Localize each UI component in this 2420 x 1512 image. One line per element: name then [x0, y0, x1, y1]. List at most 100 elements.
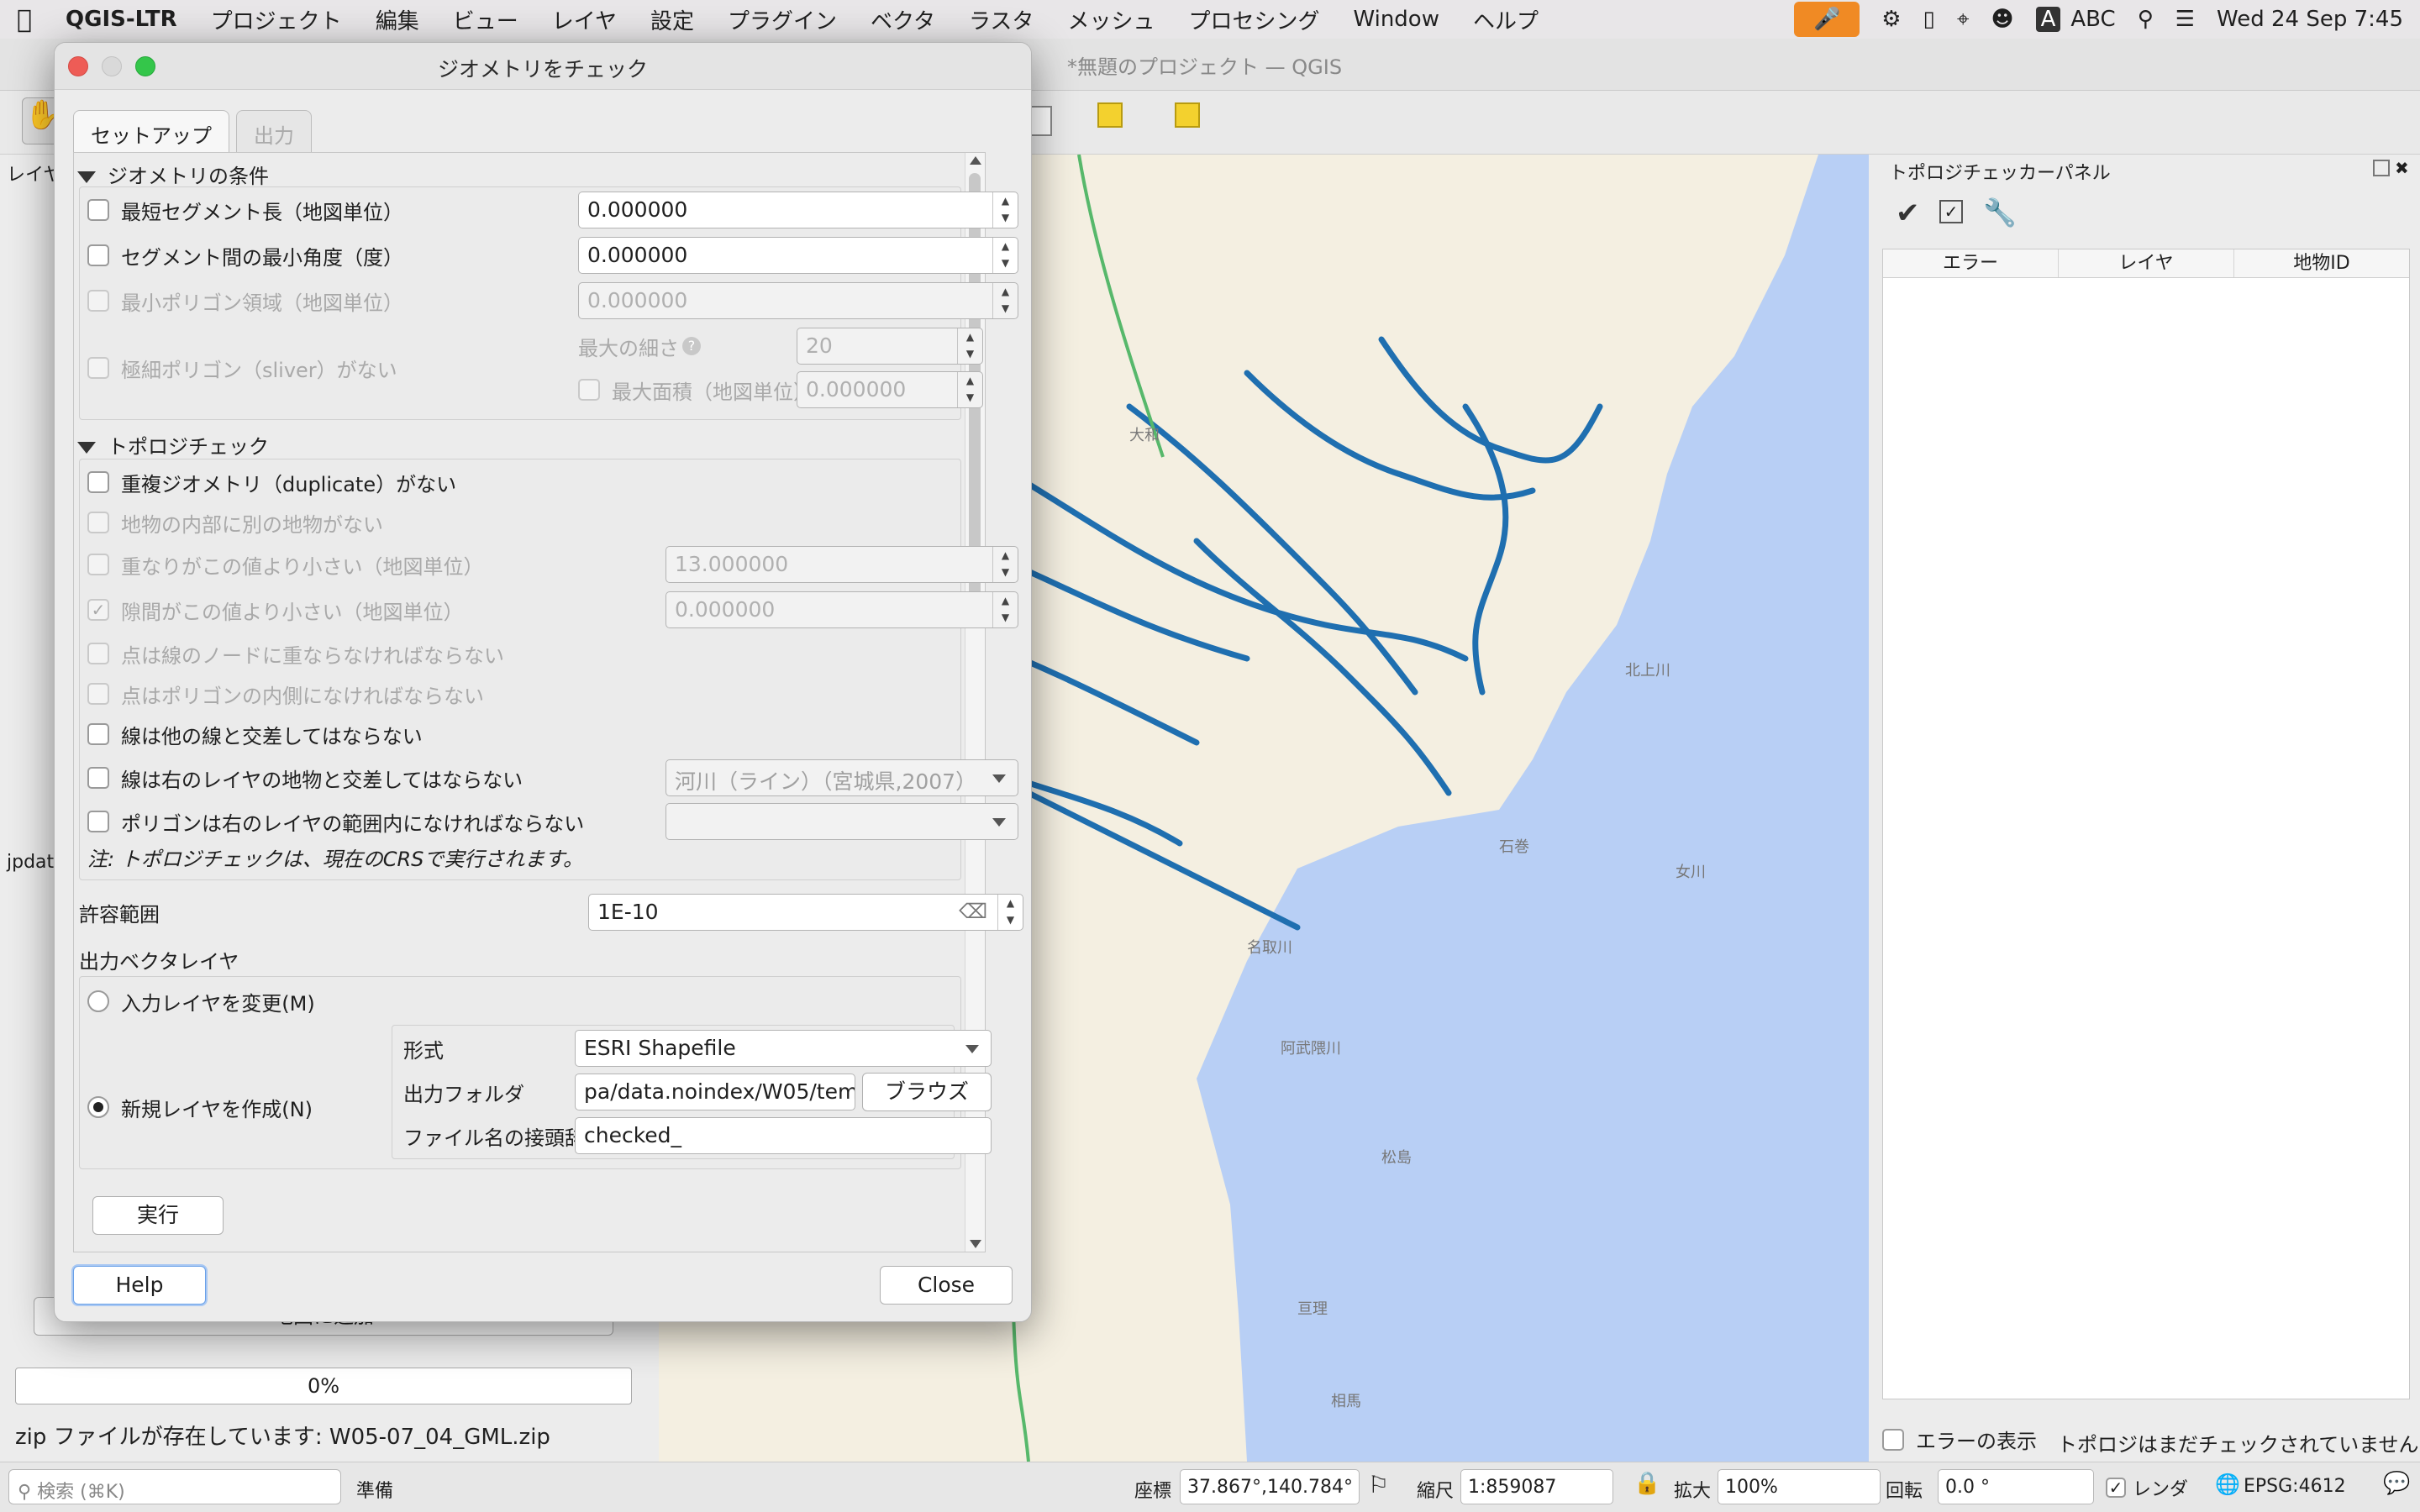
- collapse-arrow-icon[interactable]: [77, 171, 96, 183]
- control-center-icon[interactable]: ☰: [2175, 7, 2195, 32]
- spin-arrows-icon[interactable]: ▲ ▼: [992, 547, 1018, 582]
- run-button[interactable]: 実行: [92, 1196, 224, 1235]
- spin-arrows-icon[interactable]: ▲ ▼: [992, 592, 1018, 627]
- show-errors-checkbox[interactable]: エラーの表示: [1882, 1425, 2037, 1454]
- point-on-node-checkbox[interactable]: [87, 643, 109, 664]
- attribute-table-icon[interactable]: [1028, 106, 1052, 136]
- polygon-layer-combo[interactable]: [666, 803, 1018, 840]
- within-checkbox[interactable]: [87, 512, 109, 533]
- lock-scale-icon[interactable]: 🔒: [1634, 1471, 1660, 1496]
- clear-icon[interactable]: ⌫: [959, 900, 987, 923]
- close-button[interactable]: Close: [880, 1266, 1013, 1305]
- spin-arrows-icon[interactable]: ▲ ▼: [992, 192, 1018, 228]
- menu-settings[interactable]: 設定: [634, 4, 711, 35]
- geometry-section-header[interactable]: ジオメトリの条件: [77, 160, 269, 189]
- column-header-layer[interactable]: レイヤ: [2059, 249, 2234, 277]
- max-thinness-input[interactable]: 20 ▲ ▼: [797, 328, 983, 365]
- spin-arrows-icon[interactable]: ▲ ▼: [992, 283, 1018, 318]
- tolerance-input[interactable]: 1E-10 ⌫ ▲ ▼: [588, 894, 1023, 931]
- menu-vector[interactable]: ベクタ: [854, 4, 952, 35]
- prefix-input[interactable]: checked_: [575, 1117, 992, 1154]
- validate-extent-icon[interactable]: ✓: [1939, 200, 1963, 223]
- deselect-features-icon[interactable]: [1175, 102, 1200, 128]
- validate-all-icon[interactable]: ✔: [1896, 197, 1920, 230]
- folder-input[interactable]: pa/data.noindex/W05/temp: [575, 1074, 855, 1110]
- min-polygon-area-checkbox[interactable]: [87, 290, 109, 312]
- overlap-checkbox[interactable]: [87, 554, 109, 575]
- app-menu[interactable]: QGIS-LTR: [49, 7, 194, 32]
- battery-icon[interactable]: ▯: [1923, 7, 1935, 32]
- menu-help[interactable]: ヘルプ: [1456, 4, 1555, 35]
- microphone-icon[interactable]: 🎤: [1794, 2, 1860, 37]
- menu-view[interactable]: ビュー: [436, 4, 535, 35]
- overlap-input[interactable]: 13.000000 ▲ ▼: [666, 546, 1018, 583]
- create-new-radio-row[interactable]: 新規レイヤを作成(N): [87, 1090, 313, 1124]
- scroll-down-arrow[interactable]: [970, 1240, 981, 1248]
- gap-input[interactable]: 0.000000 ▲ ▼: [666, 591, 1018, 628]
- line-intersect-checkbox[interactable]: [87, 723, 109, 745]
- menu-edit[interactable]: 編集: [359, 4, 436, 35]
- spin-arrows-icon[interactable]: ▲ ▼: [992, 238, 1018, 273]
- menu-project[interactable]: プロジェクト: [194, 4, 359, 35]
- polygon-within-layer-checkbox[interactable]: [87, 811, 109, 832]
- menu-mesh[interactable]: メッシュ: [1050, 4, 1171, 35]
- spin-arrows-icon[interactable]: ▲ ▼: [957, 372, 982, 407]
- configure-rules-icon[interactable]: 🔧: [1983, 197, 2017, 228]
- menu-processing[interactable]: プロセシング: [1171, 4, 1336, 35]
- duplicate-checkbox[interactable]: [87, 471, 109, 493]
- min-angle-input[interactable]: 0.000000 ▲ ▼: [578, 237, 1018, 274]
- messages-icon[interactable]: 💬: [2383, 1471, 2410, 1496]
- menu-window[interactable]: Window: [1336, 7, 1456, 32]
- modify-input-radio[interactable]: [87, 990, 109, 1012]
- gear-icon[interactable]: ⚙: [1881, 7, 1901, 32]
- crs-status[interactable]: EPSG:4612: [2244, 1476, 2346, 1497]
- column-header-feature-id[interactable]: 地物ID: [2234, 249, 2409, 277]
- min-angle-checkbox[interactable]: [87, 244, 109, 266]
- crs-globe-icon[interactable]: 🌐: [2215, 1473, 2240, 1496]
- select-features-icon[interactable]: [1097, 102, 1123, 128]
- input-mode-icon[interactable]: A: [2035, 7, 2061, 32]
- coordinate-field[interactable]: 37.867°,140.784°: [1180, 1469, 1360, 1504]
- rotation-field[interactable]: 0.0 °: [1938, 1469, 2094, 1504]
- menu-raster[interactable]: ラスタ: [952, 4, 1050, 35]
- menu-plugins[interactable]: プラグイン: [711, 4, 854, 35]
- gap-checkbox[interactable]: ✓: [87, 599, 109, 621]
- show-errors-checkbox-box[interactable]: [1882, 1428, 1904, 1451]
- min-polygon-area-input[interactable]: 0.000000 ▲ ▼: [578, 282, 1018, 319]
- locator-search[interactable]: ⚲ 検索 (⌘K): [8, 1469, 341, 1504]
- topology-section-header[interactable]: トポロジチェック: [77, 430, 269, 459]
- min-segment-input[interactable]: 0.000000 ▲ ▼: [578, 192, 1018, 228]
- magnifier-field[interactable]: 100%: [1718, 1469, 1881, 1504]
- max-area-input[interactable]: 0.000000 ▲ ▼: [797, 371, 983, 408]
- format-combo[interactable]: ESRI Shapefile: [575, 1030, 992, 1067]
- render-checkbox[interactable]: ✓ レンダ: [2106, 1474, 2188, 1501]
- line-layer-intersect-checkbox[interactable]: [87, 767, 109, 789]
- wifi-icon[interactable]: ⌖: [1957, 7, 1970, 33]
- collapse-arrow-icon[interactable]: [77, 442, 96, 454]
- line-layer-combo[interactable]: 河川（ライン）（宮城県,2007）: [666, 759, 1018, 796]
- scroll-up-arrow[interactable]: [970, 156, 981, 165]
- input-source-label[interactable]: ABC: [2070, 7, 2115, 32]
- render-checkbox-box[interactable]: ✓: [2106, 1478, 2126, 1498]
- scale-field[interactable]: 1:859087: [1460, 1469, 1613, 1504]
- spin-arrows-icon[interactable]: ▲ ▼: [957, 328, 982, 364]
- close-panel-icon[interactable]: ✖: [2395, 158, 2409, 178]
- sliver-checkbox[interactable]: [87, 357, 109, 379]
- browse-button[interactable]: ブラウズ: [862, 1073, 992, 1111]
- max-area-checkbox[interactable]: [578, 379, 600, 401]
- column-header-error[interactable]: エラー: [1883, 249, 2059, 277]
- min-segment-checkbox[interactable]: [87, 199, 109, 221]
- search-icon[interactable]: ⚲: [2138, 7, 2154, 32]
- spin-arrows-icon[interactable]: ▲ ▼: [997, 895, 1023, 930]
- point-in-polygon-checkbox[interactable]: [87, 683, 109, 705]
- user-icon[interactable]: ☻: [1991, 7, 2013, 32]
- clock[interactable]: Wed 24 Sep 7:45: [2217, 7, 2403, 32]
- tab-output[interactable]: 出力: [236, 110, 312, 152]
- float-panel-icon[interactable]: [2373, 160, 2390, 176]
- help-button[interactable]: Help: [73, 1266, 206, 1305]
- menu-layer[interactable]: レイヤ: [535, 4, 634, 35]
- modify-input-radio-row[interactable]: 入力レイヤを変更(M): [87, 984, 315, 1018]
- coordinate-toggle-icon[interactable]: ⚐: [1368, 1471, 1389, 1499]
- tab-setup[interactable]: セットアップ: [73, 110, 229, 152]
- apple-icon[interactable]: : [0, 5, 49, 34]
